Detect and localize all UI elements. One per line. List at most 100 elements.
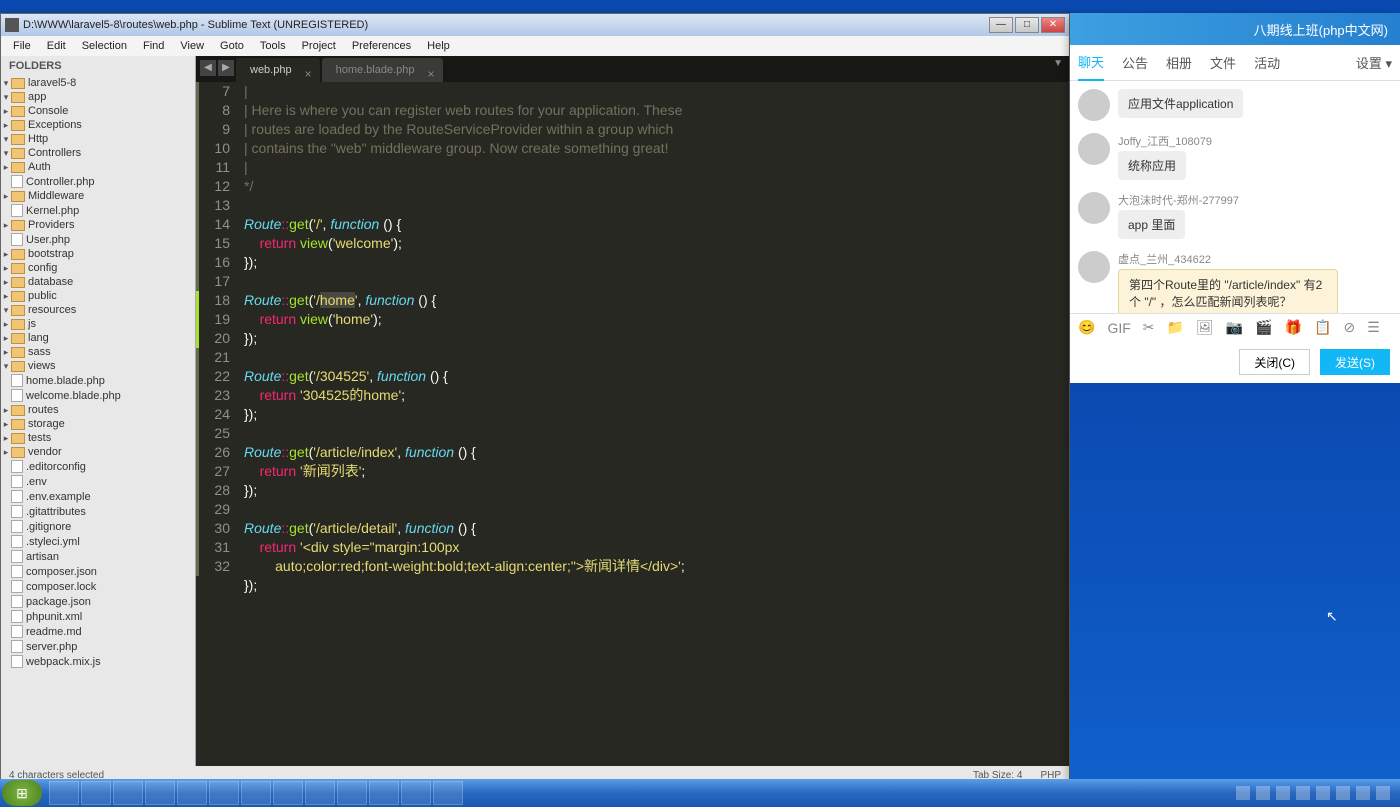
task-item[interactable] <box>337 781 367 805</box>
title-bar[interactable]: D:\WWW\laravel5-8\routes\web.php - Subli… <box>1 14 1069 36</box>
file-item--env[interactable]: .env <box>1 474 195 489</box>
folder-item-bootstrap[interactable]: ▸bootstrap <box>1 247 195 261</box>
expand-arrow-icon[interactable]: ▾ <box>1 148 11 159</box>
file-item--editorconfig[interactable]: .editorconfig <box>1 459 195 474</box>
tray-icon[interactable] <box>1296 786 1310 800</box>
expand-arrow-icon[interactable]: ▸ <box>1 106 11 117</box>
expand-arrow-icon[interactable]: ▸ <box>1 433 11 444</box>
file-item-user-php[interactable]: User.php <box>1 232 195 247</box>
folder-item-routes[interactable]: ▸routes <box>1 403 195 417</box>
avatar[interactable] <box>1078 89 1110 121</box>
expand-arrow-icon[interactable]: ▸ <box>1 162 11 173</box>
expand-arrow-icon[interactable]: ▸ <box>1 447 11 458</box>
desktop-area[interactable] <box>1070 383 1400 783</box>
taskbar[interactable] <box>0 779 1400 807</box>
tab-web-php[interactable]: web.php× <box>236 58 320 82</box>
chat-messages[interactable]: 应用文件applicationJoffy_江西_108079统称应用大泡沫时代-… <box>1070 81 1400 313</box>
chat-tool-icon[interactable]: GIF <box>1107 320 1130 336</box>
expand-arrow-icon[interactable]: ▸ <box>1 191 11 202</box>
folder-item-vendor[interactable]: ▸vendor <box>1 445 195 459</box>
msg-bubble[interactable]: 应用文件application <box>1118 89 1243 118</box>
task-item[interactable] <box>433 781 463 805</box>
folder-item-app[interactable]: ▾app <box>1 90 195 104</box>
menu-goto[interactable]: Goto <box>212 38 252 54</box>
expand-arrow-icon[interactable]: ▸ <box>1 120 11 131</box>
folder-item-database[interactable]: ▸database <box>1 275 195 289</box>
msg-bubble[interactable]: 第四个Route里的 "/article/index" 有2个 "/" ，怎么匹… <box>1118 269 1338 313</box>
folder-item-providers[interactable]: ▸Providers <box>1 218 195 232</box>
close-button[interactable]: ✕ <box>1041 17 1065 33</box>
avatar[interactable] <box>1078 251 1110 283</box>
file-item-composer-lock[interactable]: composer.lock <box>1 579 195 594</box>
chat-tab-2[interactable]: 相册 <box>1166 45 1192 80</box>
chat-settings[interactable]: 设置 ▾ <box>1356 45 1392 80</box>
expand-arrow-icon[interactable]: ▸ <box>1 347 11 358</box>
expand-arrow-icon[interactable]: ▸ <box>1 405 11 416</box>
folder-item-config[interactable]: ▸config <box>1 261 195 275</box>
code-editor[interactable]: 7891011121314151617181920212223242526272… <box>196 82 1069 766</box>
file-item-webpack-mix-js[interactable]: webpack.mix.js <box>1 654 195 669</box>
task-item[interactable] <box>209 781 239 805</box>
folder-item-controllers[interactable]: ▾Controllers <box>1 146 195 160</box>
folder-item-http[interactable]: ▾Http <box>1 132 195 146</box>
chat-tab-0[interactable]: 聊天 <box>1078 44 1104 81</box>
expand-arrow-icon[interactable]: ▾ <box>1 305 11 316</box>
chat-tool-icon[interactable]: ⊘ <box>1343 319 1355 336</box>
expand-arrow-icon[interactable]: ▸ <box>1 249 11 260</box>
msg-bubble[interactable]: app 里面 <box>1118 210 1185 239</box>
tray-icon[interactable] <box>1336 786 1350 800</box>
chat-tool-icon[interactable]: 🖼 <box>1196 319 1214 336</box>
expand-arrow-icon[interactable]: ▸ <box>1 419 11 430</box>
tab-close-icon[interactable]: × <box>305 62 312 86</box>
folder-item-views[interactable]: ▾views <box>1 359 195 373</box>
start-button[interactable] <box>2 780 42 806</box>
task-item[interactable] <box>401 781 431 805</box>
expand-arrow-icon[interactable]: ▾ <box>1 92 11 103</box>
file-item-controller-php[interactable]: Controller.php <box>1 174 195 189</box>
chat-tool-icon[interactable]: 🎁 <box>1285 319 1302 336</box>
menu-help[interactable]: Help <box>419 38 458 54</box>
menu-preferences[interactable]: Preferences <box>344 38 419 54</box>
tray-icon[interactable] <box>1356 786 1370 800</box>
send-button[interactable]: 发送(S) <box>1320 349 1390 375</box>
file-item-kernel-php[interactable]: Kernel.php <box>1 203 195 218</box>
system-tray[interactable] <box>1236 786 1398 800</box>
file-item-phpunit-xml[interactable]: phpunit.xml <box>1 609 195 624</box>
chat-tool-icon[interactable]: 😊 <box>1078 319 1095 336</box>
menu-view[interactable]: View <box>172 38 212 54</box>
file-item--env-example[interactable]: .env.example <box>1 489 195 504</box>
folder-item-exceptions[interactable]: ▸Exceptions <box>1 118 195 132</box>
tab-close-icon[interactable]: × <box>427 62 434 86</box>
tray-icon[interactable] <box>1376 786 1390 800</box>
expand-arrow-icon[interactable]: ▸ <box>1 263 11 274</box>
maximize-button[interactable]: □ <box>1015 17 1039 33</box>
file-item-artisan[interactable]: artisan <box>1 549 195 564</box>
task-item[interactable] <box>81 781 111 805</box>
folder-item-storage[interactable]: ▸storage <box>1 417 195 431</box>
file-item--styleci-yml[interactable]: .styleci.yml <box>1 534 195 549</box>
nav-back-icon[interactable]: ◀ <box>200 60 216 76</box>
task-item[interactable] <box>305 781 335 805</box>
chat-tool-icon[interactable]: 🎬 <box>1255 319 1272 336</box>
menu-edit[interactable]: Edit <box>39 38 74 54</box>
file-item--gitignore[interactable]: .gitignore <box>1 519 195 534</box>
file-item-home-blade-php[interactable]: home.blade.php <box>1 373 195 388</box>
msg-bubble[interactable]: 统称应用 <box>1118 151 1186 180</box>
menu-find[interactable]: Find <box>135 38 172 54</box>
folder-item-public[interactable]: ▸public <box>1 289 195 303</box>
file-item-server-php[interactable]: server.php <box>1 639 195 654</box>
chat-tool-icon[interactable]: 📋 <box>1314 319 1331 336</box>
expand-arrow-icon[interactable]: ▸ <box>1 333 11 344</box>
menu-selection[interactable]: Selection <box>74 38 135 54</box>
nav-fwd-icon[interactable]: ▶ <box>218 60 234 76</box>
chat-title-bar[interactable]: 八期线上班(php中文网) <box>1070 13 1400 45</box>
expand-arrow-icon[interactable]: ▸ <box>1 220 11 231</box>
folder-item-auth[interactable]: ▸Auth <box>1 160 195 174</box>
folder-item-lang[interactable]: ▸lang <box>1 331 195 345</box>
file-item-welcome-blade-php[interactable]: welcome.blade.php <box>1 388 195 403</box>
chat-tab-1[interactable]: 公告 <box>1122 45 1148 80</box>
minimize-button[interactable]: — <box>989 17 1013 33</box>
folder-item-js[interactable]: ▸js <box>1 317 195 331</box>
tab-overflow-icon[interactable]: ▼ <box>1053 58 1063 69</box>
close-chat-button[interactable]: 关闭(C) <box>1239 349 1310 375</box>
